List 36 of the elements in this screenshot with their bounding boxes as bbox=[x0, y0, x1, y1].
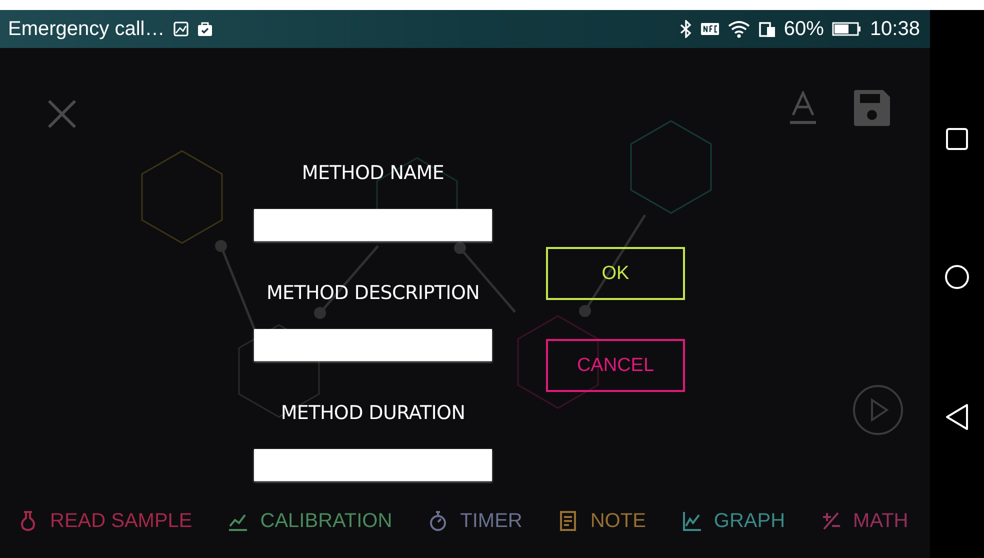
bottom-tab[interactable]: NOTE bbox=[558, 510, 646, 532]
battery-percent: 60% bbox=[784, 18, 824, 40]
battery-icon bbox=[832, 21, 862, 37]
home-icon[interactable] bbox=[944, 264, 970, 290]
image-icon bbox=[172, 21, 189, 37]
back-icon[interactable] bbox=[944, 403, 970, 432]
bottom-tab[interactable]: TIMER bbox=[428, 510, 522, 532]
note-icon bbox=[558, 510, 578, 532]
close-icon[interactable] bbox=[46, 98, 78, 130]
carrier-text: Emergency call… bbox=[8, 18, 165, 40]
briefcase-check-icon bbox=[196, 21, 213, 37]
field-label: METHOD NAME bbox=[302, 161, 444, 186]
sim-icon bbox=[758, 20, 776, 38]
save-icon[interactable] bbox=[852, 88, 892, 128]
field-label: METHOD DURATION bbox=[280, 401, 466, 426]
ok-button[interactable]: OK bbox=[546, 247, 685, 300]
input-field[interactable] bbox=[254, 209, 492, 241]
play-icon[interactable] bbox=[852, 384, 904, 436]
recent-apps-icon[interactable] bbox=[945, 126, 969, 151]
graph-icon bbox=[682, 510, 702, 532]
stopwatch-icon bbox=[428, 510, 448, 532]
plus-minus-icon bbox=[821, 510, 842, 532]
text-format-icon[interactable] bbox=[790, 91, 816, 125]
cancel-button[interactable]: CANCEL bbox=[546, 339, 685, 392]
bottom-tab[interactable]: GRAPH bbox=[682, 510, 786, 532]
nfc-icon bbox=[700, 21, 720, 37]
bottom-tab[interactable]: READ SAMPLE bbox=[18, 510, 192, 532]
input-field[interactable] bbox=[254, 449, 492, 481]
input-field[interactable] bbox=[254, 329, 492, 361]
bottom-tab[interactable]: MATH bbox=[821, 510, 908, 532]
bottom-tab[interactable]: CALIBRATION bbox=[228, 510, 392, 532]
clock-time: 10:38 bbox=[870, 18, 920, 40]
flask-icon bbox=[18, 510, 38, 532]
bluetooth-icon bbox=[680, 20, 692, 38]
wifi-icon bbox=[728, 20, 750, 38]
field-label: METHOD DESCRIPTION bbox=[266, 281, 480, 306]
